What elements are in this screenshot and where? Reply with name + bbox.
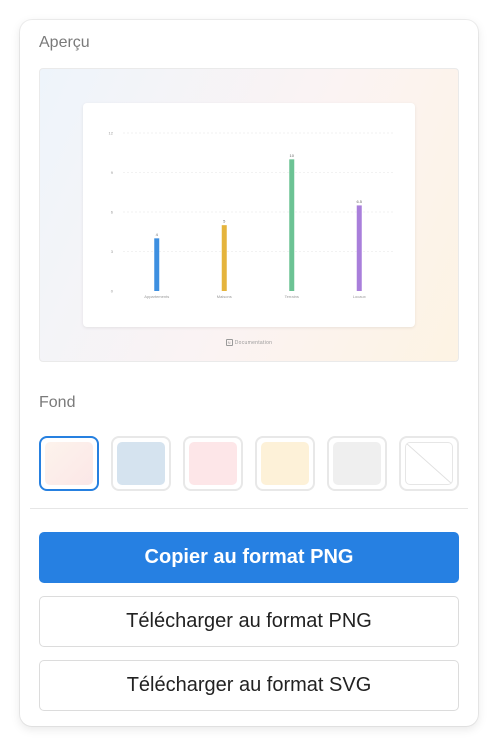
x-tick-label: Locaux (353, 294, 366, 299)
swatch-fill (261, 442, 309, 485)
y-tick-label: 9 (111, 170, 114, 175)
data-label: 4 (156, 232, 159, 237)
data-label: 10 (290, 153, 295, 158)
swatch-fill (189, 442, 237, 485)
no-background-icon (406, 443, 452, 484)
preview-title: Aperçu (39, 34, 90, 51)
bar (221, 225, 227, 291)
copy-png-button[interactable]: Copier au format PNG (39, 532, 459, 583)
x-tick-label: Terrains (285, 294, 299, 299)
export-panel: Aperçu 0 3 6 9 12 4 Appartements 5 Maisons 10 Terr… (20, 20, 478, 726)
background-title: Fond (39, 394, 76, 411)
watermark-text: Documentation (234, 339, 273, 346)
preview-area: 0 3 6 9 12 4 Appartements 5 Maisons 10 Terrains 6.5… (39, 68, 459, 362)
swatch-gradient[interactable] (39, 436, 99, 491)
swatch-fill (45, 442, 93, 485)
swatch-pink[interactable] (183, 436, 243, 491)
background-swatches (39, 436, 459, 492)
swatch-none[interactable] (399, 436, 459, 491)
download-png-button[interactable]: Télécharger au format PNG (39, 596, 459, 647)
data-label: 6.5 (356, 199, 362, 204)
swatch-blue[interactable] (111, 436, 171, 491)
y-tick-label: 3 (111, 249, 114, 254)
download-svg-button[interactable]: Télécharger au format SVG (39, 660, 459, 711)
watermark: N Documentation (40, 339, 458, 346)
x-tick-label: Maisons (217, 294, 232, 299)
divider (30, 508, 468, 509)
bar (289, 159, 295, 291)
y-tick-label: 6 (111, 210, 114, 215)
swatch-fill (405, 442, 453, 485)
swatch-fill (117, 442, 165, 485)
swatch-fill (333, 442, 381, 485)
y-tick-label: 12 (109, 131, 114, 136)
data-label: 5 (223, 219, 226, 224)
bar (356, 205, 362, 291)
bar (154, 238, 160, 291)
logo-icon: N (225, 339, 233, 346)
y-tick-label: 0 (111, 289, 114, 294)
bar-chart: 0 3 6 9 12 4 Appartements 5 Maisons 10 Terrains 6.5… (109, 131, 393, 299)
x-tick-label: Appartements (144, 294, 169, 299)
swatch-gray[interactable] (327, 436, 387, 491)
swatch-yellow[interactable] (255, 436, 315, 491)
chart-card: 0 3 6 9 12 4 Appartements 5 Maisons 10 Terrains 6.5… (83, 103, 415, 327)
